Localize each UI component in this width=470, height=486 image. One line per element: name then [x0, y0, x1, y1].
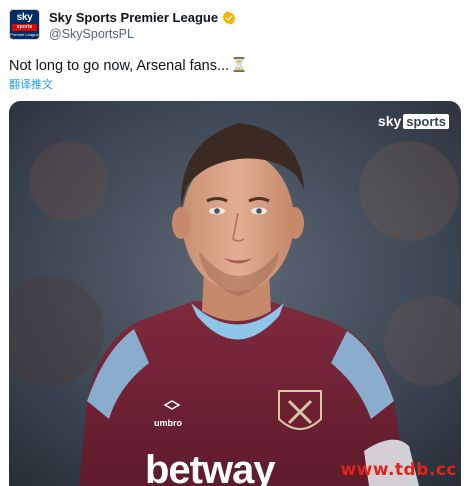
tweet-text: Not long to go now, Arsenal fans...: [9, 58, 230, 74]
avatar-logo-league: Premier League: [10, 32, 39, 37]
kit-brand-text: umbro: [154, 418, 182, 428]
player-photo: [9, 101, 461, 486]
display-name[interactable]: Sky Sports Premier League: [49, 10, 218, 26]
avatar[interactable]: sky sports Premier League: [9, 9, 40, 40]
shirt-sponsor-text: betway: [145, 448, 276, 486]
site-watermark: www.tdb.cc: [340, 460, 457, 480]
translate-tweet-link[interactable]: 翻译推文: [9, 78, 53, 92]
author-name-row: Sky Sports Premier League: [49, 10, 236, 26]
avatar-logo-sky: sky: [16, 12, 33, 23]
tweet-card: sky sports Premier League Sky Sports Pre…: [0, 0, 470, 486]
logo-sports-text: sports: [403, 113, 449, 129]
tweet-media-image[interactable]: sky sports umbro betway www.tdb.cc: [9, 101, 461, 486]
account-handle[interactable]: @SkySportsPL: [49, 27, 134, 42]
hourglass-icon: [233, 57, 245, 72]
tweet-body: Not long to go now, Arsenal fans...: [9, 57, 245, 75]
avatar-logo-sports: sports: [12, 24, 37, 31]
logo-sky-text: sky: [377, 113, 402, 129]
verified-badge-icon: [222, 11, 236, 25]
sky-sports-logo: sky sports: [378, 113, 449, 129]
